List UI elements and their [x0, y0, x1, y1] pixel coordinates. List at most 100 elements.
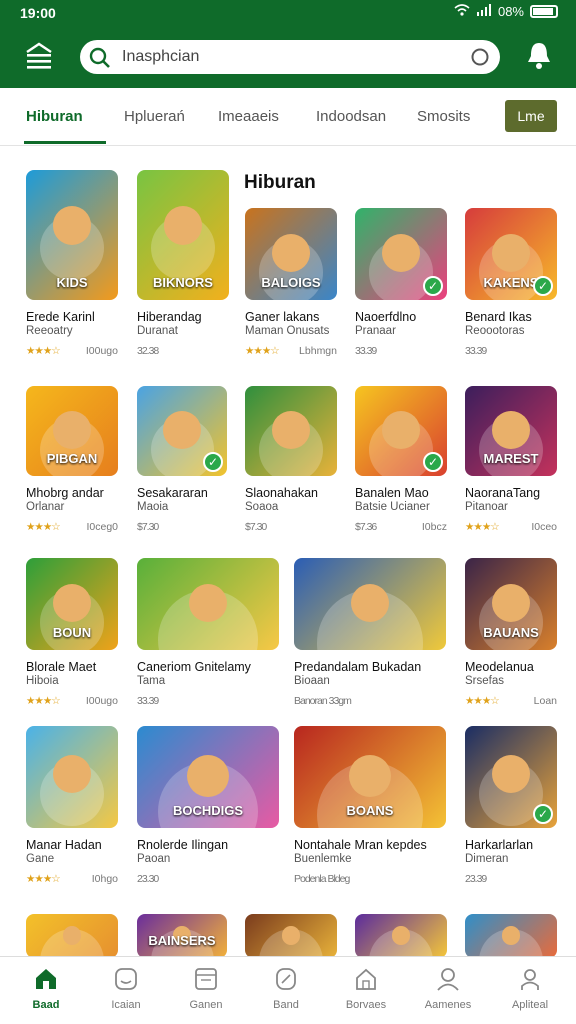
app-thumbnail[interactable]: KIDS — [26, 170, 118, 300]
app-thumbnail[interactable]: KAKENS ✓ — [465, 208, 557, 300]
app-card[interactable] — [26, 914, 118, 958]
nav-label: Band — [273, 999, 299, 1011]
app-thumbnail[interactable]: BOANS — [294, 726, 446, 828]
signal-icon — [476, 4, 492, 19]
status-icons: 08% — [454, 4, 558, 19]
app-thumbnail[interactable]: BIKNORS — [137, 170, 229, 300]
tab-2[interactable]: Hpluerań — [124, 108, 185, 125]
app-name: Hiberandag — [137, 310, 202, 324]
nav-item-7[interactable]: Apliteal — [500, 967, 560, 1011]
character-face — [53, 411, 91, 449]
app-thumbnail[interactable]: ✓ — [355, 208, 447, 300]
tab-5[interactable]: Smosits — [417, 108, 470, 125]
app-card[interactable]: KIDS Erede Karinl Reeoatry ★★★☆ I00ugo — [26, 170, 118, 357]
thumbnail-caption: BOANS — [346, 803, 394, 818]
lens-icon[interactable] — [470, 47, 490, 72]
app-card[interactable]: BIKNORS Hiberandag Duranat 32.38 — [137, 170, 229, 357]
app-name: Naoerfdlno — [355, 310, 417, 324]
search-icon[interactable] — [88, 46, 112, 75]
app-card[interactable]: ✓ Sesakararan Maoia $7.30 — [137, 386, 227, 533]
app-name: Sesakararan — [137, 486, 208, 500]
app-card[interactable]: BALOIGS Ganer lakans Maman Onusats ★★★☆ Lbhm… — [245, 208, 337, 357]
app-name: Erede Karinl — [26, 310, 95, 324]
tab-3[interactable]: Imeaaeis — [218, 108, 279, 125]
app-card[interactable]: ✓ Banalen Mao Batsie Ucianer $7.36 I0bcz — [355, 386, 447, 533]
app-card[interactable]: Caneriom Gnitelamy Tama 33.39 — [137, 558, 279, 707]
app-thumbnail[interactable] — [26, 726, 118, 828]
wifi-icon — [454, 4, 470, 19]
app-card[interactable]: ✓ Naoerfdlno Pranaar 33.39 — [355, 208, 447, 357]
app-card[interactable]: Slaonahakan Soaoa $7.30 — [245, 386, 337, 533]
app-card[interactable]: ✓ Harkarlarlan Dimeran 23.39 — [465, 726, 557, 885]
app-price: Banoran 33gm — [294, 695, 352, 707]
app-thumbnail[interactable] — [465, 914, 557, 958]
search-bar[interactable]: Inasphcian — [80, 40, 500, 74]
app-thumbnail[interactable]: BOCHDIGS — [137, 726, 279, 828]
app-name: Banalen Mao — [355, 486, 429, 500]
rating-stars: ★★★☆ — [245, 345, 280, 357]
app-thumbnail[interactable]: BALOIGS — [245, 208, 337, 300]
thumbnail-caption: BOUN — [52, 625, 92, 640]
app-thumbnail[interactable]: ✓ — [465, 726, 557, 828]
app-thumbnail[interactable]: ✓ — [355, 386, 447, 476]
app-card[interactable]: BAINSERS — [137, 914, 227, 958]
app-name: Slaonahakan — [245, 486, 318, 500]
app-price: I0hgo — [91, 873, 118, 885]
app-card[interactable]: MAREST NaoranaTang Pitanoar ★★★☆ I0ceo — [465, 386, 557, 533]
app-card[interactable] — [465, 914, 557, 958]
app-card[interactable] — [245, 914, 337, 958]
character-face — [62, 926, 82, 945]
character-face — [281, 926, 301, 945]
app-card[interactable]: Predandalam Bukadan Bioaan Banoran 33gm — [294, 558, 446, 707]
app-card[interactable] — [355, 914, 447, 958]
active-tab-indicator — [24, 141, 106, 144]
app-meta: ★★★☆ I0hgo — [26, 873, 118, 885]
verified-check-icon: ✓ — [203, 452, 223, 472]
app-thumbnail[interactable] — [294, 558, 446, 650]
app-meta: Banoran 33gm — [294, 695, 446, 707]
notification-bell-icon[interactable] — [524, 40, 554, 77]
nav-item-home[interactable]: Baad — [16, 967, 76, 1011]
app-card[interactable]: BOUN Blorale Maet Hiboia ★★★☆ I00ugo — [26, 558, 118, 707]
app-thumbnail[interactable]: BAINSERS — [137, 914, 227, 958]
app-thumbnail[interactable] — [245, 386, 337, 476]
nav-item-4[interactable]: Band — [256, 967, 316, 1011]
character-face — [501, 926, 521, 945]
app-thumbnail[interactable]: ✓ — [137, 386, 227, 476]
app-price: Lbhmgn — [299, 345, 337, 357]
character-face — [163, 411, 201, 449]
app-subtitle: Paoan — [137, 853, 171, 865]
app-thumbnail[interactable]: BOUN — [26, 558, 118, 650]
app-thumbnail[interactable] — [137, 558, 279, 650]
nav-item-2[interactable]: Icaian — [96, 967, 156, 1011]
thumbnail-caption: BAINSERS — [148, 933, 216, 948]
tab-hiburan[interactable]: Hiburan — [26, 108, 83, 125]
app-name: Predandalam Bukadan — [294, 660, 422, 674]
tab-4[interactable]: Indoodsan — [316, 108, 386, 125]
app-thumbnail[interactable] — [355, 914, 447, 958]
app-card[interactable]: KAKENS ✓ Benard Ikas Reoootoras 33.39 — [465, 208, 557, 357]
app-price: 23.30 — [137, 873, 159, 885]
app-thumbnail[interactable]: PIBGAN — [26, 386, 118, 476]
app-card[interactable]: BOCHDIGS Rnolerde Ilingan Paoan 23.30 — [137, 726, 279, 885]
app-name: Meodelanua — [465, 660, 534, 674]
app-card[interactable]: BOANS Nontahale Mran kepdes Buenlemke Poden… — [294, 726, 446, 885]
app-price: I00ugo — [85, 345, 118, 357]
nav-item-5[interactable]: Borvaes — [336, 967, 396, 1011]
app-thumbnail[interactable]: BAUANS — [465, 558, 557, 650]
app-price: 33.39 — [137, 695, 159, 707]
app-card[interactable]: Manar Hadan Gane ★★★☆ I0hgo — [26, 726, 118, 885]
nav-item-3[interactable]: Ganen — [176, 967, 236, 1011]
app-price: $7.36 — [355, 521, 377, 533]
tab-action-button[interactable]: Lme — [505, 100, 557, 132]
app-card[interactable]: BAUANS Meodelanua Srsefas ★★★☆ Loan — [465, 558, 557, 707]
app-thumbnail[interactable]: MAREST — [465, 386, 557, 476]
thumbnail-caption: BALOIGS — [261, 275, 321, 290]
store-menu-icon[interactable] — [24, 40, 54, 70]
app-thumbnail[interactable] — [245, 914, 337, 958]
search-input[interactable]: Inasphcian — [122, 48, 199, 66]
app-thumbnail[interactable] — [26, 914, 118, 958]
character-face — [163, 206, 203, 246]
app-card[interactable]: PIBGAN Mhobrg andar Orlanar ★★★☆ I0ceg0 — [26, 386, 118, 533]
nav-item-6[interactable]: Aamenes — [418, 967, 478, 1011]
